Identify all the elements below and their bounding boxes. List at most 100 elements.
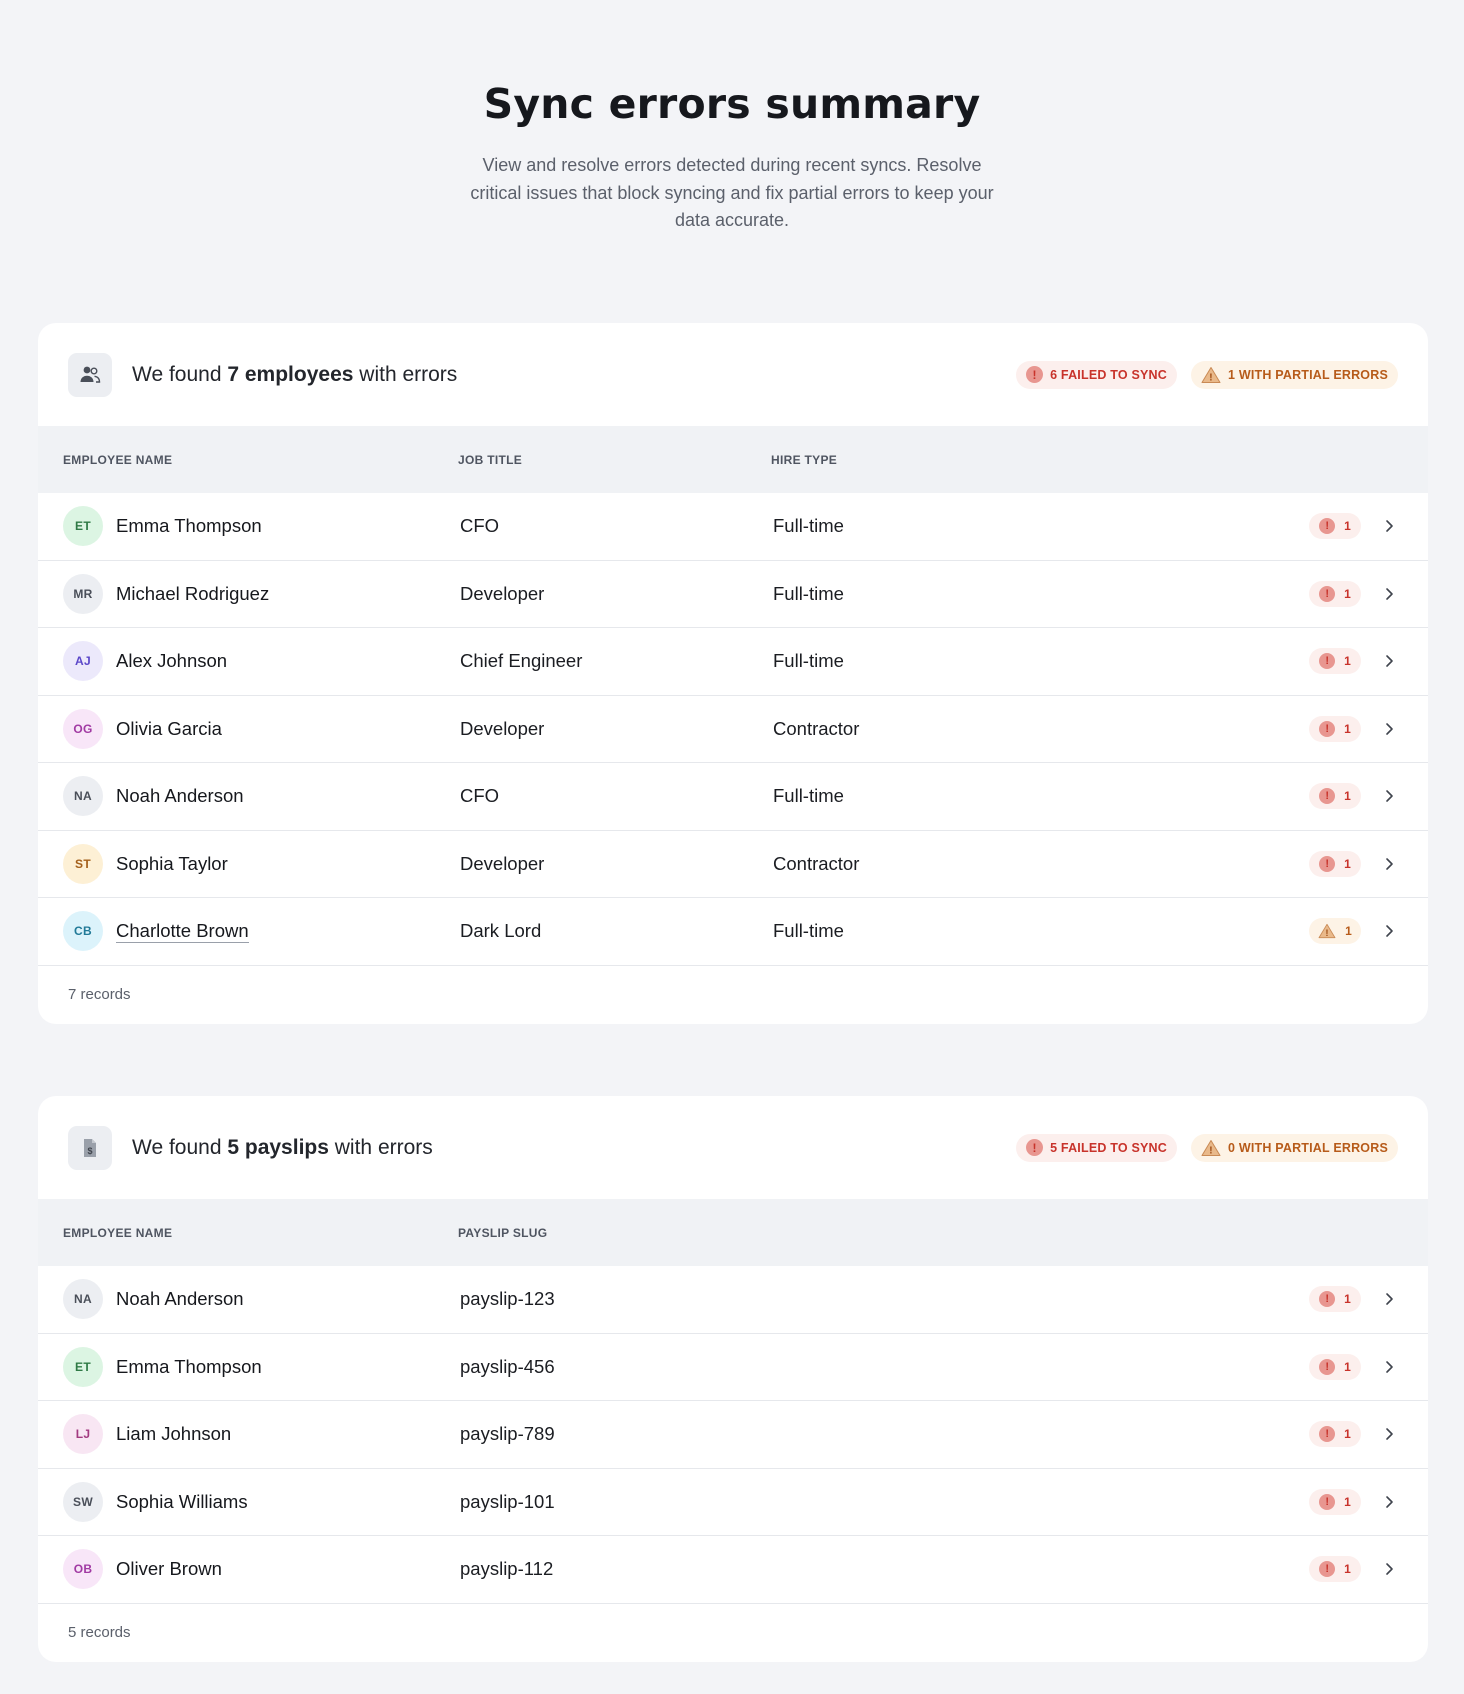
chevron-right-icon[interactable] [1384,519,1394,533]
hire-type: Full-time [773,515,844,537]
svg-text:!: ! [1209,1145,1213,1156]
employee-name: Liam Johnson [116,1423,232,1445]
card-header: $ We found 5 payslips with errors ! 5 FA… [38,1096,1428,1199]
employee-name: Michael Rodriguez [116,582,270,604]
job-title: Developer [460,717,545,739]
table-row[interactable]: ST Sophia Taylor Developer Contractor! 1 [38,831,1428,898]
employee-name: Sophia Taylor [116,852,228,874]
payslips-errors-card: $ We found 5 payslips with errors ! 5 FA… [38,1096,1428,1662]
svg-text:!: ! [1326,928,1329,938]
error-count-badge: ! 1 [1309,580,1361,607]
employee-name: Sophia Williams [116,1490,248,1512]
hire-type: Full-time [773,785,844,807]
chevron-right-icon[interactable] [1384,789,1394,803]
avatar: MR [63,573,103,614]
avatar: ET [63,506,103,547]
error-count-badge: ! 1 [1309,715,1361,742]
error-icon: ! [1026,366,1044,383]
employee-name: Alex Johnson [116,650,228,672]
table-row[interactable]: SW Sophia Williams payslip-101! 1 [38,1469,1428,1536]
chevron-right-icon[interactable] [1384,1562,1394,1576]
card-header: We found 7 employees with errors ! 6 FAI… [38,323,1428,426]
chevron-right-icon[interactable] [1384,587,1394,601]
avatar: LJ [63,1414,103,1455]
hire-type: Full-time [773,582,844,604]
hire-type: Full-time [773,920,844,942]
avatar: AJ [63,641,103,682]
records-count: 7 records [68,986,131,1003]
payslip-slug: payslip-789 [460,1423,555,1445]
chevron-right-icon[interactable] [1384,1495,1394,1509]
error-count-badge: ! 1 [1309,1488,1361,1515]
error-count: 1 [1344,856,1351,871]
error-count-badge: ! 1 [1309,850,1361,877]
payslip-slug: payslip-123 [460,1288,555,1310]
payslip-slug: payslip-101 [460,1490,555,1512]
page-header: Sync errors summary View and resolve err… [0,0,1464,235]
chevron-right-icon[interactable] [1384,722,1394,736]
hire-type: Full-time [773,650,844,672]
employee-name: Olivia Garcia [116,717,222,739]
chevron-right-icon[interactable] [1384,857,1394,871]
error-count: 1 [1344,654,1351,669]
table-row[interactable]: OB Oliver Brown payslip-112! 1 [38,1536,1428,1604]
error-count: 1 [1344,586,1351,601]
chevron-right-icon[interactable] [1384,1292,1394,1306]
partial-errors-badge: ! 0 WITH PARTIAL ERRORS [1191,1133,1398,1162]
table-row[interactable]: ET Emma Thompson CFO Full-time ! 1 [38,493,1428,561]
column-header-employee-name: EMPLOYEE NAME [63,452,173,467]
partial-errors-badge: ! 1 WITH PARTIAL ERRORS [1191,360,1398,389]
page-title: Sync errors summary [483,80,981,128]
chevron-right-icon[interactable] [1384,654,1394,668]
table-row[interactable]: LJ Liam Johnson payslip-789 ! 1 [38,1401,1428,1469]
table-row[interactable]: ET Emma Thompson payslip-456! 1 [38,1334,1428,1401]
error-count-badge: ! 1 [1309,1421,1361,1448]
page-subtitle: View and resolve errors detected during … [470,155,994,230]
avatar: CB [63,911,103,952]
avatar: NA [63,776,103,817]
chevron-right-icon[interactable] [1384,1360,1394,1374]
job-title: Dark Lord [460,920,542,942]
error-icon: ! [1319,653,1336,670]
chevron-right-icon[interactable] [1384,1427,1394,1441]
warning-icon: ! [1201,1139,1221,1156]
svg-text:!: ! [1209,372,1213,383]
chevron-right-icon[interactable] [1384,924,1394,938]
error-count: 1 [1344,1292,1351,1307]
table-row[interactable]: NA Noah Anderson CFO Full-time! 1 [38,763,1428,831]
avatar: OG [63,708,103,749]
warning-icon: ! [1201,366,1221,383]
error-icon: ! [1026,1139,1044,1156]
hire-type: Contractor [773,717,860,739]
job-title: Developer [460,852,545,874]
employee-name[interactable]: Charlotte Brown [116,920,249,943]
avatar: OB [63,1549,103,1590]
records-count: 5 records [68,1624,131,1641]
error-icon: ! [1319,720,1336,737]
warning-icon: ! [1318,924,1336,939]
error-count: 1 [1345,924,1352,939]
column-header-employee-name: EMPLOYEE NAME [63,1225,173,1240]
error-icon: ! [1319,1291,1336,1308]
error-count-badge: ! 1 [1309,513,1361,540]
column-header-hire-type: HIRE TYPE [771,452,838,467]
error-count-badge: ! 1 [1309,1556,1361,1583]
hire-type: Contractor [773,852,860,874]
table-row[interactable]: OG Olivia Garcia Developer Contractor ! 1 [38,696,1428,763]
table-row[interactable]: NA Noah Anderson payslip-123! 1 [38,1266,1428,1334]
error-icon: ! [1319,1358,1336,1375]
failed-to-sync-badge: ! 5 FAILED TO SYNC [1016,1133,1177,1162]
payslip-document-icon: $ [68,1125,112,1170]
table-row[interactable]: MR Michael Rodriguez Developer Full-time! 1 [38,561,1428,628]
error-count: 1 [1344,1359,1351,1374]
error-count: 1 [1344,1494,1351,1509]
employees-errors-card: We found 7 employees with errors ! 6 FAI… [38,323,1428,1024]
job-title: CFO [460,515,500,537]
employee-name: Emma Thompson [116,515,262,537]
error-count-badge: ! 1 [1309,783,1361,810]
column-header-job-title: JOB TITLE [458,452,523,467]
error-count: 1 [1344,1427,1351,1442]
table-row[interactable]: CB Charlotte Brown Dark Lord Full-time! 1 [38,898,1428,966]
table-row[interactable]: AJ Alex Johnson Chief Engineer Full-time! 1 [38,628,1428,696]
error-count-badge: ! 1 [1309,1286,1361,1313]
